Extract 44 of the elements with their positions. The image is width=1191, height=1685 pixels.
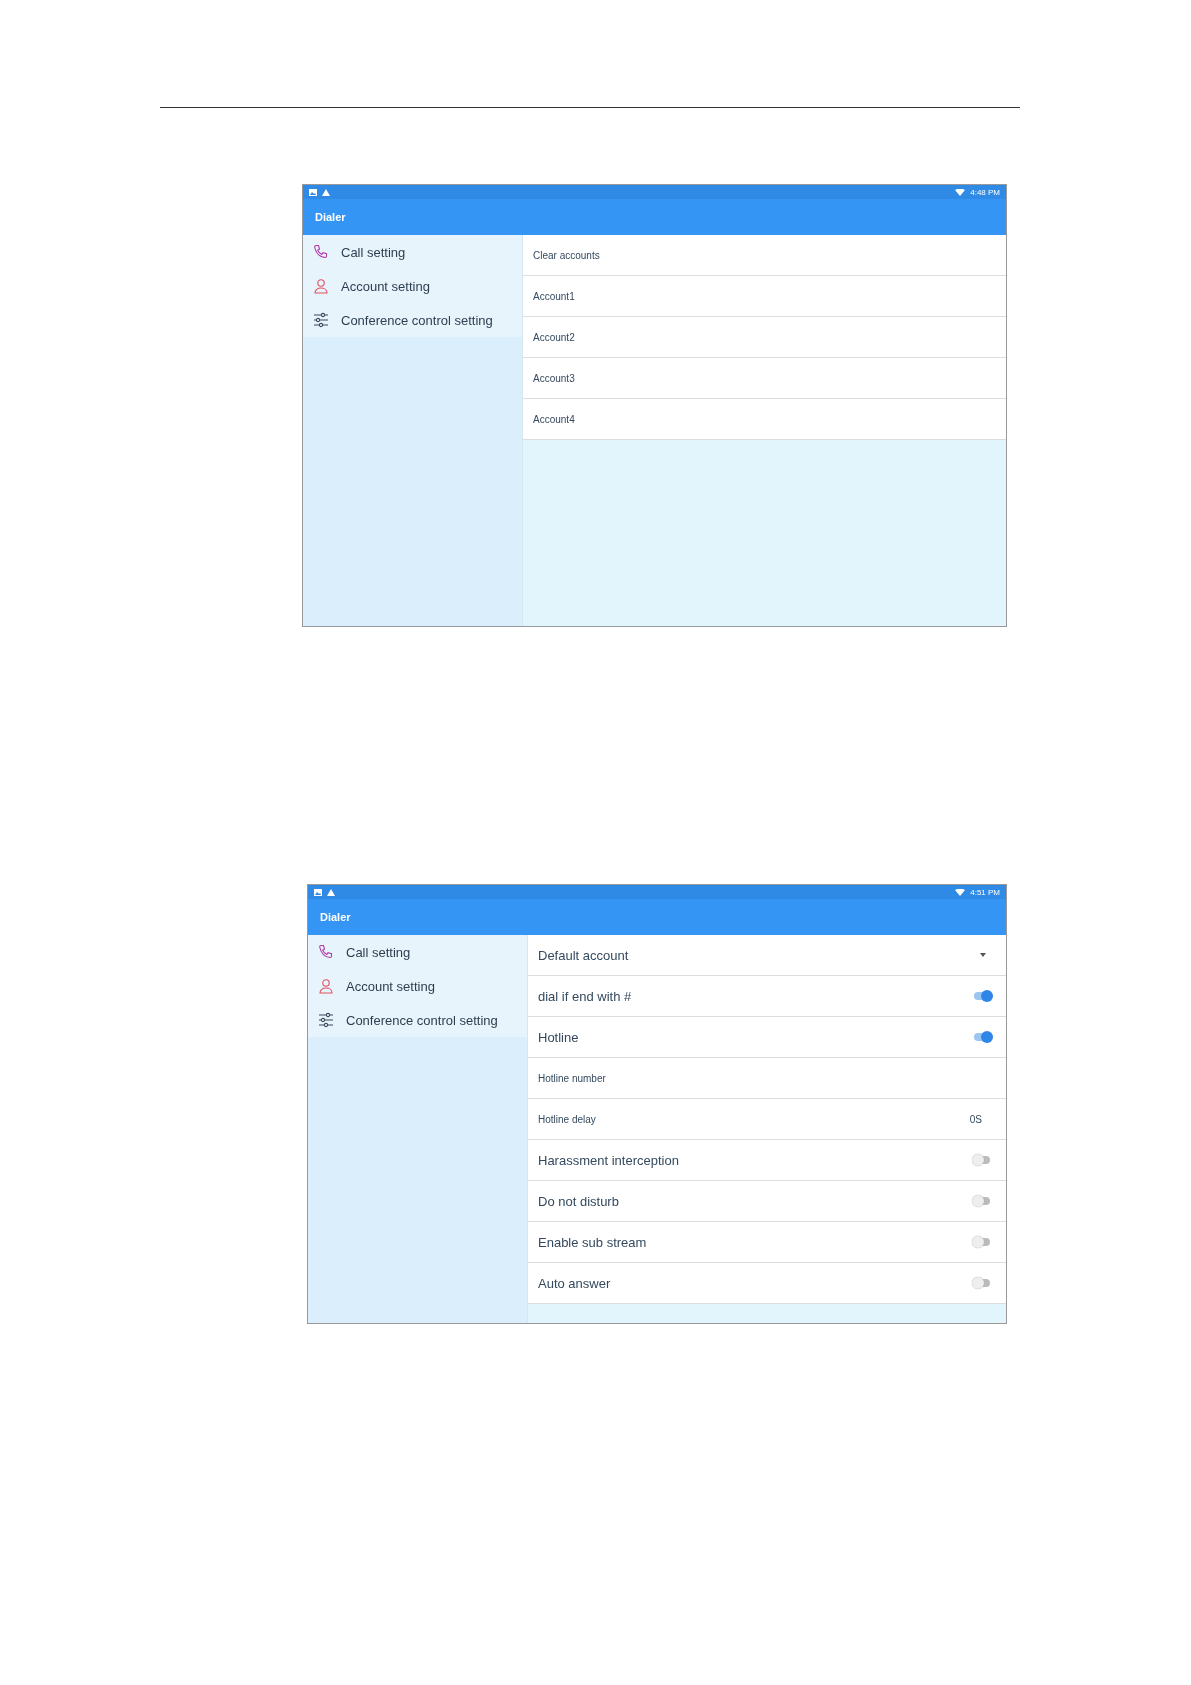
toggle-switch[interactable] [974, 992, 990, 1000]
toggle-switch[interactable] [974, 1279, 990, 1287]
settings-row[interactable]: Account4 [523, 399, 1006, 440]
settings-row[interactable]: Enable sub stream [528, 1222, 1006, 1263]
settings-row[interactable]: Auto answer [528, 1263, 1006, 1304]
image-icon [314, 888, 322, 896]
sidebar-item[interactable]: Account setting [346, 978, 435, 994]
settings-row[interactable]: Clear accounts [523, 235, 1006, 276]
person-icon [313, 278, 329, 294]
settings-row[interactable]: Account3 [523, 358, 1006, 399]
app-title: Dialer [320, 911, 351, 923]
sidebar-item[interactable]: Account setting [341, 278, 430, 294]
sidebar-item[interactable]: Conference control setting [346, 1012, 498, 1028]
sliders-icon [313, 312, 329, 328]
toggle-switch[interactable] [974, 1238, 990, 1246]
wifi-icon [955, 188, 966, 196]
wifi-icon [955, 888, 966, 896]
warning-icon [327, 888, 335, 896]
sidebar-item[interactable]: Call setting [346, 944, 411, 960]
settings-row[interactable]: Account1 [523, 276, 1006, 317]
toggle-switch[interactable] [974, 1033, 990, 1041]
settings-row[interactable]: Hotline delay 0S [528, 1099, 1006, 1140]
status-time: 4:51 PM [970, 887, 1000, 897]
phone-icon [313, 244, 329, 260]
app-title: Dialer [315, 211, 346, 223]
person-icon [318, 978, 334, 994]
phone-icon [318, 944, 334, 960]
sidebar-item[interactable]: Conference control setting [341, 312, 493, 328]
status-time: 4:48 PM [970, 187, 1000, 197]
image-icon [309, 188, 317, 196]
settings-row[interactable]: Hotline [528, 1017, 1006, 1058]
settings-row[interactable]: Do not disturb [528, 1181, 1006, 1222]
setting-value: 0S [969, 1113, 982, 1125]
settings-row[interactable]: dial if end with # [528, 976, 1006, 1017]
warning-icon [322, 188, 330, 196]
settings-row[interactable]: Account2 [523, 317, 1006, 358]
dropdown-arrow-icon[interactable] [980, 953, 986, 957]
settings-row[interactable]: Harassment interception [528, 1140, 1006, 1181]
settings-row[interactable]: Hotline number [528, 1058, 1006, 1099]
sliders-icon [318, 1012, 334, 1028]
sidebar-item[interactable]: Call setting [341, 244, 406, 260]
toggle-switch[interactable] [974, 1197, 990, 1205]
toggle-switch[interactable] [974, 1156, 990, 1164]
settings-row[interactable]: Default account [528, 935, 1006, 976]
